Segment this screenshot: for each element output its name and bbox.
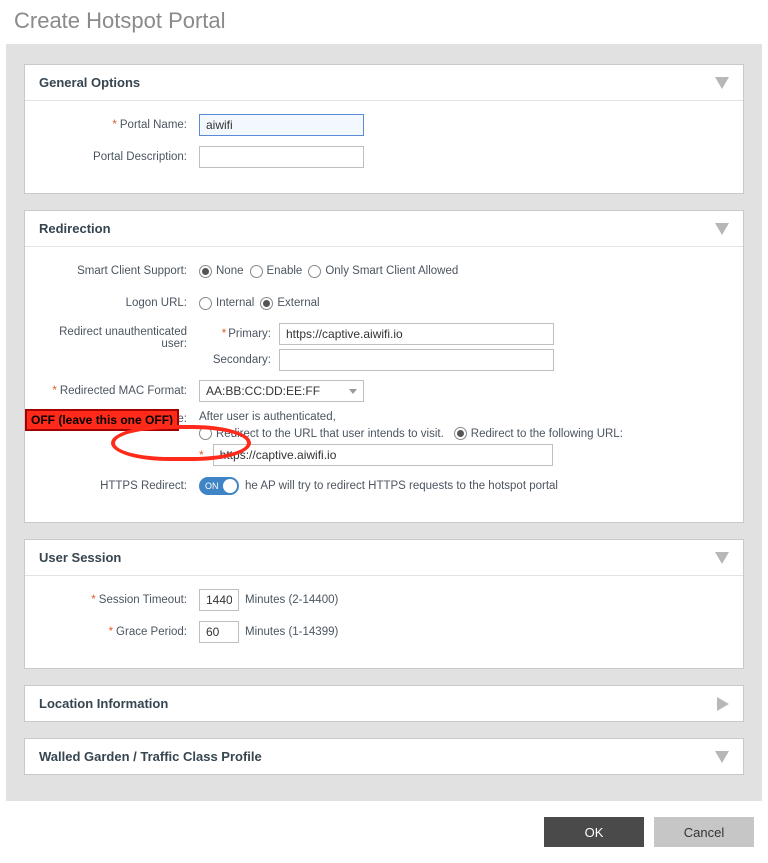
redirect-unauth-label: Redirect unauthenticated user: (39, 323, 199, 350)
smart-client-only-radio[interactable]: Only Smart Client Allowed (308, 265, 458, 278)
portal-name-input[interactable] (199, 114, 364, 136)
mac-format-select[interactable]: AA:BB:CC:DD:EE:FF (199, 380, 364, 402)
panel-walled-garden-header[interactable]: Walled Garden / Traffic Class Profile (25, 739, 743, 774)
https-redirect-label: HTTPS Redirect: (39, 480, 199, 492)
panel-redirection: Redirection Smart Client Support: None E… (24, 210, 744, 523)
session-timeout-label: *Session Timeout: (39, 594, 199, 606)
page-title: Create Hotspot Portal (0, 0, 768, 44)
start-page-visit-radio[interactable]: Redirect to the URL that user intends to… (199, 427, 444, 440)
chevron-down-icon (715, 552, 729, 564)
secondary-label: Secondary: (199, 354, 271, 366)
grace-period-units: Minutes (1-14399) (245, 626, 338, 638)
smart-client-label: Smart Client Support: (39, 265, 199, 277)
panel-location-title: Location Information (39, 696, 168, 711)
panel-walled-garden-title: Walled Garden / Traffic Class Profile (39, 749, 262, 764)
smart-client-none-radio[interactable]: None (199, 265, 244, 278)
logon-url-external-radio[interactable]: External (260, 297, 319, 310)
panel-user-session-title: User Session (39, 550, 121, 565)
chevron-down-icon (715, 223, 729, 235)
callout-off-label: OFF (leave this one OFF) (25, 409, 179, 431)
primary-label: *Primary: (199, 328, 271, 340)
chevron-down-icon (715, 77, 729, 89)
cancel-button[interactable]: Cancel (654, 817, 754, 847)
panel-location: Location Information (24, 685, 744, 722)
panel-general-title: General Options (39, 75, 140, 90)
secondary-url-input[interactable] (279, 349, 554, 371)
chevron-down-icon (715, 751, 729, 763)
panel-user-session-header[interactable]: User Session (25, 540, 743, 576)
footer: OK Cancel (0, 801, 768, 863)
panel-walled-garden: Walled Garden / Traffic Class Profile (24, 738, 744, 775)
portal-desc-input[interactable] (199, 146, 364, 168)
form-area: General Options *Portal Name: Portal Des… (6, 44, 762, 801)
panel-redirection-title: Redirection (39, 221, 111, 236)
chevron-right-icon (717, 697, 729, 711)
smart-client-enable-radio[interactable]: Enable (250, 265, 303, 278)
logon-url-label: Logon URL: (39, 297, 199, 309)
required-marker: * (199, 448, 204, 462)
portal-desc-label: Portal Description: (39, 151, 199, 163)
start-page-note: After user is authenticated, (199, 411, 336, 423)
ok-button[interactable]: OK (544, 817, 644, 847)
panel-general-header[interactable]: General Options (25, 65, 743, 101)
session-timeout-units: Minutes (2-14400) (245, 594, 338, 606)
panel-location-header[interactable]: Location Information (25, 686, 743, 721)
portal-name-label: *Portal Name: (39, 119, 199, 131)
primary-url-input[interactable] (279, 323, 554, 345)
start-page-following-radio[interactable]: Redirect to the following URL: (454, 427, 623, 440)
panel-user-session: User Session *Session Timeout: Minutes (… (24, 539, 744, 669)
panel-redirection-header[interactable]: Redirection (25, 211, 743, 247)
panel-general: General Options *Portal Name: Portal Des… (24, 64, 744, 194)
logon-url-internal-radio[interactable]: Internal (199, 297, 254, 310)
start-page-url-input[interactable] (213, 444, 553, 466)
https-redirect-toggle[interactable]: ON (199, 477, 239, 495)
mac-format-label: *Redirected MAC Format: (39, 385, 199, 397)
grace-period-label: *Grace Period: (39, 626, 199, 638)
https-redirect-note: he AP will try to redirect HTTPS request… (245, 480, 558, 492)
session-timeout-input[interactable] (199, 589, 239, 611)
grace-period-input[interactable] (199, 621, 239, 643)
caret-down-icon (349, 389, 357, 394)
